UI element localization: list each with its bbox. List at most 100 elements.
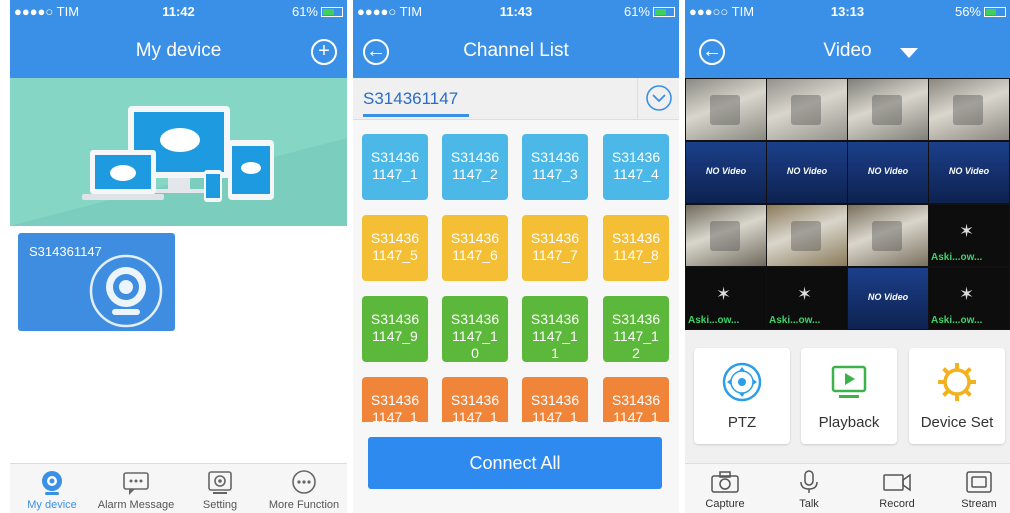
toolbar-label: Record xyxy=(879,498,915,510)
video-cell[interactable]: ✶ Aski...ow... xyxy=(686,268,766,329)
function-label: PTZ xyxy=(727,414,757,431)
status-bar: ●●●○○ TIM 13:13 56% xyxy=(685,0,1010,22)
video-cell[interactable] xyxy=(767,79,847,140)
video-cell[interactable]: ✶ Aski...ow... xyxy=(929,205,1009,266)
no-video-label: NO Video xyxy=(867,166,909,176)
tab-label: My device xyxy=(27,499,77,511)
video-cell[interactable] xyxy=(686,79,766,140)
devices-illustration-icon xyxy=(10,78,347,226)
microphone-icon xyxy=(800,470,818,493)
battery-percent: 61% xyxy=(623,4,650,19)
channel-tile[interactable]: S31436 1147_3 xyxy=(522,134,588,200)
tab-alarm-message[interactable]: Alarm Message xyxy=(94,470,178,511)
camera-icon xyxy=(42,471,62,495)
no-video-label: NO Video xyxy=(948,166,990,176)
channel-tile[interactable]: S31436 1147_1 1 xyxy=(522,296,588,362)
video-screen: ●●●○○ TIM 13:13 56% ← Video NO Video NO V… xyxy=(685,0,1010,513)
talk-button[interactable]: Talk xyxy=(774,470,844,510)
toolbar-label: Talk xyxy=(799,498,819,510)
camera-feed-icon xyxy=(953,95,983,125)
tab-label: Setting xyxy=(202,499,238,511)
loading-spinner-icon: ✶ xyxy=(797,284,813,304)
function-label: Device Set xyxy=(920,414,994,431)
channel-tile[interactable]: S31436 1147_1 xyxy=(362,134,428,200)
video-cell[interactable]: NO Video xyxy=(686,142,766,203)
channel-tile[interactable]: S31436 1147_4 xyxy=(603,134,669,200)
camera-feed-icon xyxy=(710,221,740,251)
channel-tile[interactable]: S31436 1147_1 0 xyxy=(442,296,508,362)
channel-tile[interactable]: S31436 1147_1 3 xyxy=(362,377,428,422)
loading-spinner-icon: ✶ xyxy=(959,221,975,241)
channel-list-screen: ●●●●○ TIM 11:43 61% ← Channel List S3143… xyxy=(353,0,679,513)
gear-icon xyxy=(208,471,232,494)
playback-button[interactable]: Playback xyxy=(801,348,897,444)
toolbar-label: Stream xyxy=(961,498,997,510)
video-cell[interactable] xyxy=(767,205,847,266)
camera-icon xyxy=(711,471,739,493)
caret-down-icon[interactable] xyxy=(899,47,919,59)
dropdown-button[interactable] xyxy=(637,78,679,120)
tab-my-device[interactable]: My device xyxy=(10,470,94,511)
ptz-button[interactable]: PTZ xyxy=(694,348,790,444)
device-card[interactable]: S314361147 xyxy=(18,233,175,331)
tab-label: Alarm Message xyxy=(97,499,175,511)
battery-icon xyxy=(321,6,343,17)
channel-tile[interactable]: S31436 1147_7 xyxy=(522,215,588,281)
channel-tile[interactable]: S31436 1147_1 6 xyxy=(603,377,669,422)
status-bar: ●●●●○ TIM 11:42 61% xyxy=(10,0,347,22)
status-bar: ●●●●○ TIM 11:43 61% xyxy=(353,0,679,22)
battery-icon xyxy=(984,6,1006,17)
serial-underline xyxy=(363,114,469,117)
video-cell[interactable] xyxy=(686,205,766,266)
stream-button[interactable]: Stream xyxy=(944,470,1010,510)
battery-percent: 56% xyxy=(954,4,981,19)
video-cell[interactable] xyxy=(929,79,1009,140)
webcam-icon xyxy=(89,254,163,328)
loading-label: Aski...ow... xyxy=(769,315,821,326)
channel-tile[interactable]: S31436 1147_1 4 xyxy=(442,377,508,422)
record-button[interactable]: Record xyxy=(862,470,932,510)
video-cell[interactable]: NO Video xyxy=(767,142,847,203)
tab-setting[interactable]: Setting xyxy=(178,470,262,511)
video-cell[interactable]: NO Video xyxy=(848,268,928,329)
channel-tile[interactable]: S31436 1147_5 xyxy=(362,215,428,281)
device-set-button[interactable]: Device Set xyxy=(909,348,1005,444)
video-cell[interactable]: ✶ Aski...ow... xyxy=(929,268,1009,329)
add-device-button[interactable]: + xyxy=(311,39,337,65)
loading-label: Aski...ow... xyxy=(688,315,740,326)
chevron-down-icon xyxy=(646,85,672,111)
toolbar-label: Capture xyxy=(705,498,745,510)
chat-icon xyxy=(123,472,149,495)
video-cell[interactable]: NO Video xyxy=(929,142,1009,203)
video-cell[interactable] xyxy=(848,205,928,266)
tab-more-function[interactable]: More Function xyxy=(262,470,346,511)
my-device-screen: ●●●●○ TIM 11:42 61% My device + S3143611… xyxy=(10,0,347,513)
camera-feed-icon xyxy=(791,95,821,125)
battery-status: 61% xyxy=(624,4,675,19)
channel-tile[interactable]: S31436 1147_2 xyxy=(442,134,508,200)
video-cell[interactable]: NO Video xyxy=(848,142,928,203)
nav-bar: My device + xyxy=(10,22,347,78)
channel-tile[interactable]: S31436 1147_1 5 xyxy=(522,377,588,422)
camera-feed-icon xyxy=(710,95,740,125)
video-cell[interactable]: ✶ Aski...ow... xyxy=(767,268,847,329)
ptz-icon xyxy=(722,362,762,402)
battery-status: 56% xyxy=(955,4,1006,19)
nav-bar: ← Video xyxy=(685,22,1010,78)
video-cell[interactable] xyxy=(848,79,928,140)
connect-all-button[interactable]: Connect All xyxy=(368,437,662,489)
loading-label: Aski...ow... xyxy=(931,315,983,326)
channel-tile[interactable]: S31436 1147_6 xyxy=(442,215,508,281)
channel-tile[interactable]: S31436 1147_8 xyxy=(603,215,669,281)
device-selector[interactable]: S314361147 xyxy=(353,78,679,120)
battery-percent: 61% xyxy=(291,4,318,19)
more-icon xyxy=(292,470,316,494)
no-video-label: NO Video xyxy=(867,292,909,302)
capture-button[interactable]: Capture xyxy=(690,470,760,510)
loading-spinner-icon: ✶ xyxy=(959,284,975,304)
devices-banner xyxy=(10,78,347,226)
channel-tile[interactable]: S31436 1147_1 2 xyxy=(603,296,669,362)
battery-status: 61% xyxy=(292,4,343,19)
channel-tile[interactable]: S31436 1147_9 xyxy=(362,296,428,362)
stream-icon xyxy=(966,471,992,493)
